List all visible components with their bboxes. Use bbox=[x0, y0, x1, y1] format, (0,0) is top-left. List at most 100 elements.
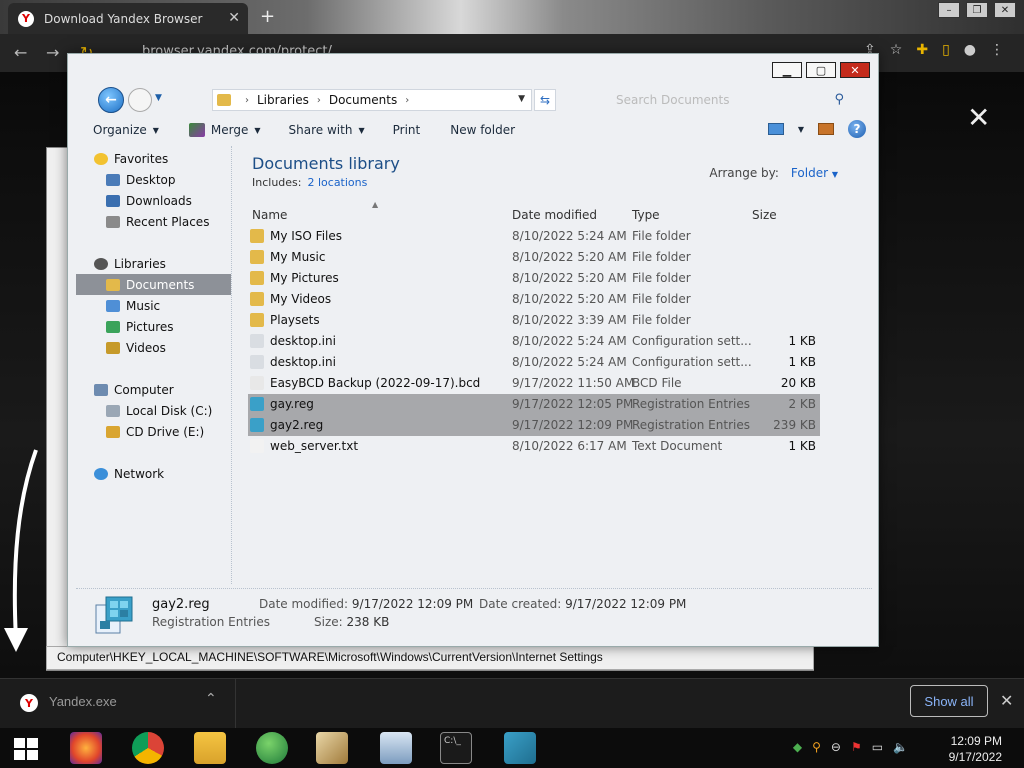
file-row[interactable]: gay.reg 9/17/2022 12:05 PM Registration En… bbox=[248, 394, 820, 415]
chevron-down-icon[interactable]: ▼ bbox=[798, 125, 804, 134]
windows-start-icon[interactable] bbox=[14, 738, 38, 760]
nav-desktop[interactable]: Desktop bbox=[106, 169, 261, 190]
column-type[interactable]: Type bbox=[632, 208, 660, 222]
address-dropdown-icon[interactable]: ▼ bbox=[518, 94, 525, 104]
nav-cd-drive[interactable]: CD Drive (E:) bbox=[106, 421, 261, 442]
file-row[interactable]: My ISO Files 8/10/2022 5:24 AM File folder bbox=[248, 226, 820, 247]
nav-libraries[interactable]: Libraries bbox=[94, 253, 249, 274]
column-name[interactable]: Name bbox=[252, 208, 287, 222]
new-tab-button[interactable]: + bbox=[260, 6, 275, 27]
print-button[interactable]: Print bbox=[393, 123, 421, 137]
nav-local-disk[interactable]: Local Disk (C:) bbox=[106, 400, 261, 421]
forward-button[interactable] bbox=[128, 88, 152, 112]
nav-downloads[interactable]: Downloads bbox=[106, 190, 261, 211]
column-size[interactable]: Size bbox=[752, 208, 777, 222]
close-download-bar-icon[interactable]: ✕ bbox=[1000, 691, 1013, 710]
nav-documents[interactable]: Documents bbox=[76, 274, 231, 295]
tray-display-icon[interactable]: ▭ bbox=[872, 740, 883, 754]
file-name: My Pictures bbox=[270, 271, 339, 285]
file-row[interactable]: EasyBCD Backup (2022-09-17).bcd 9/17/2022… bbox=[248, 373, 820, 394]
breadcrumb-documents[interactable]: Documents bbox=[329, 93, 397, 107]
nav-videos[interactable]: Videos bbox=[106, 337, 261, 358]
file-row[interactable]: gay2.reg 9/17/2022 12:09 PM Registration E… bbox=[248, 415, 820, 436]
close-button[interactable]: ✕ bbox=[840, 62, 870, 78]
search-icon[interactable]: ⚲ bbox=[834, 92, 844, 107]
chevron-right-icon[interactable]: › bbox=[405, 95, 409, 106]
nav-videos-label: Videos bbox=[126, 340, 166, 355]
back-arrow-icon[interactable]: ← bbox=[14, 43, 27, 62]
file-row[interactable]: My Music 8/10/2022 5:20 AM File folder bbox=[248, 247, 820, 268]
file-icon bbox=[250, 376, 264, 390]
installer-icon[interactable] bbox=[316, 732, 348, 764]
browser-tab[interactable]: Y Download Yandex Browser ✕ bbox=[8, 3, 248, 34]
forward-arrow-icon[interactable]: → bbox=[46, 43, 59, 62]
overlay-close-icon[interactable]: ✕ bbox=[967, 104, 990, 132]
browser-toolbar-icons: ⇪ ☆ ✚ ▯ ● ⋮ bbox=[864, 42, 1004, 58]
tray-flag-icon[interactable]: ⚑ bbox=[851, 740, 862, 754]
restore-icon[interactable]: ❐ bbox=[966, 2, 988, 18]
minimize-icon[interactable]: – bbox=[938, 2, 960, 18]
nav-recent-places[interactable]: Recent Places bbox=[106, 211, 261, 232]
minimize-button[interactable]: ▁ bbox=[772, 62, 802, 78]
download-filename[interactable]: Yandex.exe bbox=[49, 694, 117, 709]
tray-app-icon[interactable]: ◆ bbox=[793, 740, 802, 754]
file-name: desktop.ini bbox=[270, 334, 336, 348]
file-row[interactable]: web_server.txt 8/10/2022 6:17 AM Text Docu… bbox=[248, 436, 820, 457]
refresh-button[interactable]: ⇆ bbox=[534, 89, 556, 111]
volume-icon[interactable]: 🔈 bbox=[893, 740, 908, 754]
file-explorer-icon[interactable] bbox=[194, 732, 226, 764]
share-with-button[interactable]: Share with ▼ bbox=[289, 123, 365, 137]
tray-minus-icon[interactable]: ⊖ bbox=[831, 740, 841, 754]
tray-search-icon[interactable]: ⚲ bbox=[812, 740, 821, 754]
file-row[interactable]: My Pictures 8/10/2022 5:20 AM File folder bbox=[248, 268, 820, 289]
chevron-right-icon[interactable]: › bbox=[245, 95, 249, 106]
file-type: Registration Entries bbox=[632, 397, 750, 411]
star-icon[interactable]: ☆ bbox=[890, 42, 903, 58]
profile-icon[interactable]: ● bbox=[964, 42, 976, 58]
nav-computer[interactable]: Computer bbox=[94, 379, 249, 400]
chevron-right-icon[interactable]: › bbox=[317, 95, 321, 106]
file-row[interactable]: My Videos 8/10/2022 5:20 AM File folder bbox=[248, 289, 820, 310]
back-button[interactable]: ← bbox=[98, 87, 124, 113]
arrange-by-dropdown[interactable]: Folder ▼ bbox=[791, 166, 838, 180]
new-folder-button[interactable]: New folder bbox=[450, 123, 515, 137]
folder-icon bbox=[250, 271, 264, 285]
menu-icon[interactable]: ⋮ bbox=[990, 42, 1004, 58]
file-row[interactable]: desktop.ini 8/10/2022 5:24 AM Configuratio… bbox=[248, 352, 820, 373]
organize-button[interactable]: Organize ▼ bbox=[93, 123, 159, 137]
firefox-icon[interactable] bbox=[70, 732, 102, 764]
close-tab-icon[interactable]: ✕ bbox=[228, 10, 240, 26]
file-row[interactable]: Playsets 8/10/2022 3:39 AM File folder bbox=[248, 310, 820, 331]
help-icon[interactable]: ? bbox=[848, 120, 866, 138]
show-all-button[interactable]: Show all bbox=[910, 685, 988, 717]
address-bar[interactable]: › Libraries › Documents › ▼ bbox=[212, 89, 532, 111]
recent-pages-dropdown[interactable]: ▼ bbox=[155, 93, 162, 103]
preview-pane-icon[interactable] bbox=[818, 123, 834, 135]
command-prompt-icon[interactable]: C:\_ bbox=[440, 732, 472, 764]
download-manager-icon[interactable] bbox=[256, 732, 288, 764]
nav-favorites[interactable]: Favorites bbox=[94, 148, 249, 169]
column-date-modified[interactable]: Date modified bbox=[512, 208, 597, 222]
nav-pictures[interactable]: Pictures bbox=[106, 316, 261, 337]
chevron-up-icon[interactable]: ⌃ bbox=[205, 691, 217, 707]
explorer-titlebar[interactable]: ▁ ▢ ✕ bbox=[68, 54, 878, 84]
maximize-button[interactable]: ▢ bbox=[806, 62, 836, 78]
clock-time: 12:09 PM bbox=[950, 734, 1002, 748]
arrange-by-label: Arrange by: bbox=[709, 166, 779, 180]
registry-editor-icon[interactable] bbox=[504, 732, 536, 764]
sidepanel-icon[interactable]: ▯ bbox=[942, 42, 950, 58]
chrome-icon[interactable] bbox=[132, 732, 164, 764]
merge-button[interactable]: Merge ▼ bbox=[188, 123, 261, 137]
search-input[interactable]: Search Documents ⚲ bbox=[606, 89, 852, 111]
change-view-icon[interactable] bbox=[767, 123, 784, 135]
includes-locations-link[interactable]: 2 locations bbox=[307, 176, 367, 189]
extension-icon[interactable]: ✚ bbox=[916, 42, 928, 58]
merge-icon bbox=[188, 123, 205, 137]
clock[interactable]: 12:09 PM 9/17/2022 bbox=[949, 733, 1002, 765]
nav-music[interactable]: Music bbox=[106, 295, 261, 316]
close-icon[interactable]: ✕ bbox=[994, 2, 1016, 18]
breadcrumb-libraries[interactable]: Libraries bbox=[257, 93, 309, 107]
file-row[interactable]: desktop.ini 8/10/2022 5:24 AM Configuratio… bbox=[248, 331, 820, 352]
calculator-icon[interactable] bbox=[380, 732, 412, 764]
nav-network[interactable]: Network bbox=[94, 463, 249, 484]
